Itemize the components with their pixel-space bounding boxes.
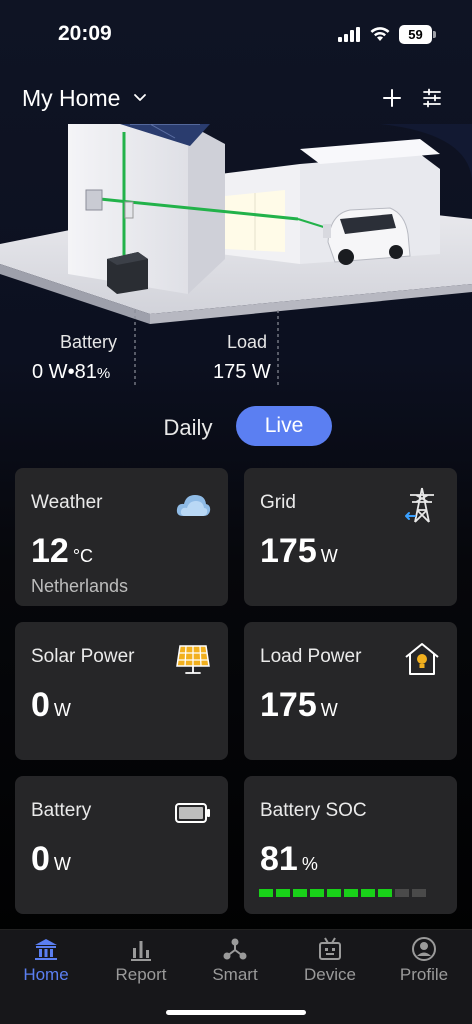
- cloud-icon: [176, 495, 211, 516]
- house-illustration: Battery 0 W•81% Load 175 W: [0, 124, 472, 394]
- battery-flow-soc: 81: [74, 361, 97, 383]
- battery-icon: [175, 803, 210, 823]
- soc-value: 81%: [260, 840, 318, 879]
- nav-smart[interactable]: Smart: [190, 936, 280, 985]
- solar-power-card[interactable]: Solar Power 0W: [15, 622, 228, 760]
- soc-progress-bar: [259, 889, 426, 897]
- soc-segment: [327, 889, 341, 897]
- header: My Home: [0, 80, 472, 120]
- soc-unit: %: [301, 854, 318, 874]
- load-value: 175 W: [260, 686, 338, 725]
- battery-value: 0W: [31, 840, 71, 879]
- cellular-signal-icon: [338, 27, 360, 42]
- soc-segment: [276, 889, 290, 897]
- chevron-down-icon[interactable]: [132, 90, 148, 106]
- load-power: 175: [260, 686, 317, 724]
- nav-device-label: Device: [304, 965, 356, 984]
- weather-location: Netherlands: [31, 576, 129, 596]
- settings-sliders-icon[interactable]: [420, 86, 444, 110]
- house-scene: [0, 124, 472, 386]
- app-screen: 20:09 59 My Home Battery 0 W•81% Load 17…: [0, 0, 472, 1024]
- load-unit: W: [320, 700, 338, 720]
- battery-card[interactable]: Battery 0W: [15, 776, 228, 914]
- battery-flow-soc-unit: %: [96, 365, 111, 382]
- home-selector[interactable]: My Home: [22, 85, 120, 112]
- grid-value: 175 W: [260, 532, 338, 571]
- load-flow-value: 175 W: [213, 361, 271, 383]
- report-icon: [131, 941, 151, 961]
- status-bar: 20:09 59: [0, 0, 472, 70]
- soc-segment: [310, 889, 324, 897]
- weather-title: Weather: [31, 492, 103, 513]
- grid-title: Grid: [260, 492, 296, 513]
- battery-unit: W: [53, 854, 71, 874]
- battery-nub: [433, 31, 436, 38]
- soc-segment: [412, 889, 426, 897]
- smart-icon: [223, 938, 247, 960]
- load-power-card[interactable]: Load Power 175 W: [244, 622, 457, 760]
- add-icon[interactable]: [380, 86, 404, 110]
- nav-profile[interactable]: Profile: [379, 936, 469, 985]
- solar-value: 0W: [31, 686, 71, 725]
- nav-home-label: Home: [23, 965, 69, 984]
- tab-live[interactable]: Live: [236, 406, 332, 446]
- battery-level-badge: 59: [399, 25, 432, 44]
- tab-daily[interactable]: Daily: [155, 411, 221, 445]
- solar-panel-icon: [176, 645, 210, 674]
- grid-power: 175: [260, 532, 317, 570]
- nav-smart-label: Smart: [212, 965, 258, 984]
- battery-flow-label: Battery: [60, 332, 118, 352]
- solar-title: Solar Power: [31, 646, 135, 667]
- home-icon: [35, 939, 57, 960]
- load-flow-label: Load: [227, 332, 268, 352]
- nav-report[interactable]: Report: [96, 936, 186, 985]
- nav-device[interactable]: Device: [285, 936, 375, 985]
- battery-power: 0: [31, 840, 50, 878]
- soc-segment: [259, 889, 273, 897]
- home-indicator: [166, 1010, 306, 1015]
- weather-unit: °C: [72, 546, 94, 566]
- device-icon: [319, 937, 341, 960]
- grid-unit: W: [320, 546, 338, 566]
- soc-segment: [378, 889, 392, 897]
- profile-icon: [412, 937, 436, 961]
- status-time: 20:09: [58, 22, 112, 45]
- soc-percent: 81: [260, 840, 298, 878]
- nav-report-label: Report: [115, 965, 167, 984]
- weather-temperature: 12: [31, 532, 69, 570]
- soc-segment: [293, 889, 307, 897]
- battery-flow-power: 0 W: [32, 361, 68, 383]
- weather-value: 12 °C: [31, 532, 93, 571]
- nav-profile-label: Profile: [399, 965, 449, 984]
- battery-title: Battery: [31, 800, 92, 821]
- load-title: Load Power: [260, 646, 362, 667]
- wifi-icon: [370, 27, 390, 41]
- soc-segment: [344, 889, 358, 897]
- battery-soc-card[interactable]: Battery SOC 81%: [244, 776, 457, 914]
- weather-card[interactable]: Weather 12 °C Netherlands: [15, 468, 228, 606]
- soc-segment: [395, 889, 409, 897]
- flow-separator: •: [67, 361, 75, 383]
- nav-home[interactable]: Home: [1, 936, 91, 985]
- battery-flow-value: 0 W•81%: [32, 361, 110, 384]
- soc-title: Battery SOC: [260, 800, 367, 821]
- solar-power: 0: [31, 686, 50, 724]
- solar-unit: W: [53, 700, 71, 720]
- grid-tower-icon: [405, 487, 434, 523]
- grid-card[interactable]: Grid 175 W: [244, 468, 457, 606]
- soc-segment: [361, 889, 375, 897]
- house-bulb-icon: [405, 643, 439, 675]
